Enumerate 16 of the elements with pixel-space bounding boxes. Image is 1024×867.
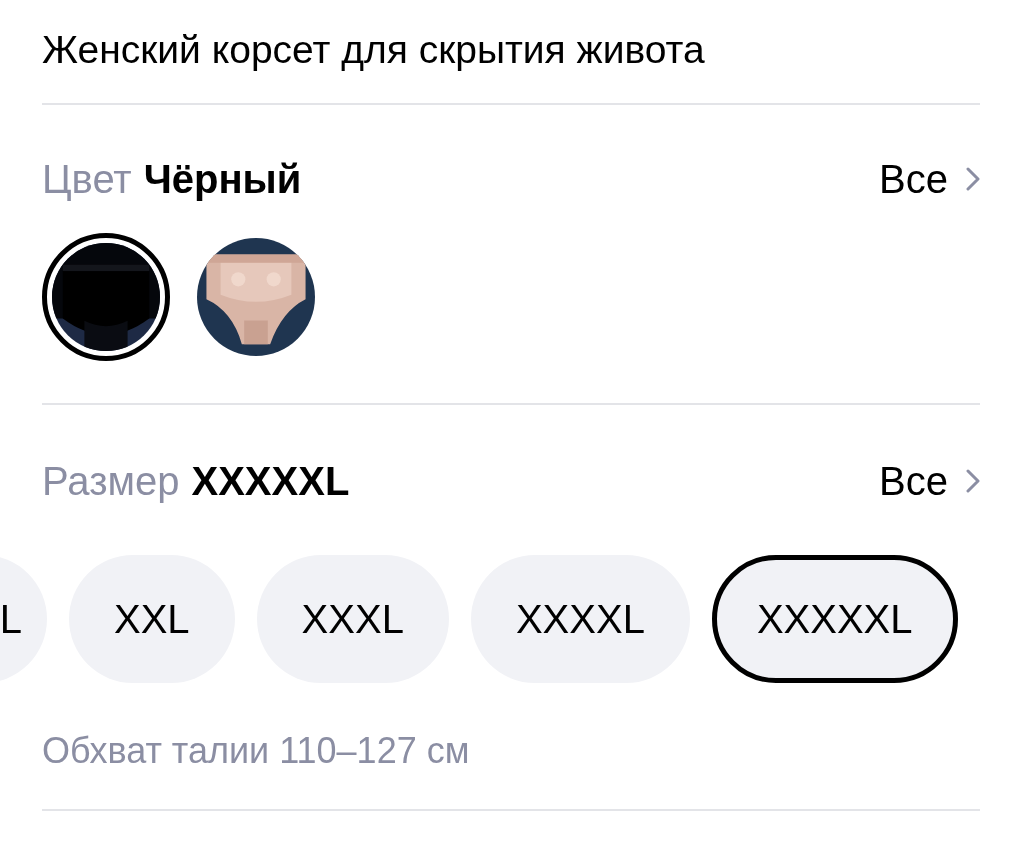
selected-value: XXXXXL xyxy=(191,461,350,501)
selected-value: Чёрный xyxy=(143,159,302,199)
product-title: Женский корсет для скрытия живота xyxy=(42,0,980,105)
size-option[interactable]: L xyxy=(0,555,47,683)
size-option[interactable]: XXXL xyxy=(256,555,449,683)
option-label: Размер xyxy=(42,461,180,501)
all-link[interactable]: Все xyxy=(879,159,948,199)
size-option[interactable]: XXXXL xyxy=(470,555,690,683)
size-option[interactable]: XXXXXL xyxy=(711,555,958,683)
size-option[interactable]: XXL xyxy=(69,555,235,683)
all-link[interactable]: Все xyxy=(879,461,948,501)
size-note: Обхват талии 110–127 см xyxy=(42,733,471,769)
option-label: Цвет xyxy=(42,159,132,199)
chevron-right-icon[interactable] xyxy=(966,469,980,493)
color-swatch[interactable] xyxy=(42,233,170,361)
chevron-right-icon[interactable] xyxy=(966,167,980,191)
